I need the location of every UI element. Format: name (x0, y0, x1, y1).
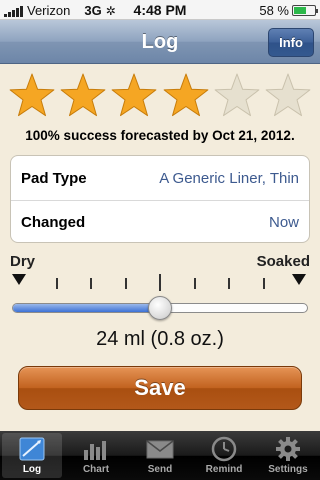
clock-icon (211, 436, 237, 462)
amount-readout: 24 ml (0.8 oz.) (96, 328, 224, 350)
tab-settings[interactable]: Settings (256, 431, 320, 480)
pad-details-table: Pad Type A Generic Liner, Thin Changed N… (10, 155, 310, 243)
chart-icon (84, 441, 106, 460)
slider-fill (13, 304, 160, 312)
pad-type-label: Pad Type (21, 169, 87, 187)
tab-label: Remind (205, 464, 243, 475)
tab-label: Settings (268, 464, 308, 475)
envelope-icon (146, 440, 174, 459)
battery-icon (292, 5, 318, 16)
status-bar: Verizon 3G ✲ 4:48 PM 58 % (0, 0, 320, 20)
scale-tick (228, 278, 230, 289)
slider-scale (0, 274, 320, 294)
star-filled-icon (9, 73, 55, 117)
scale-tick (263, 278, 265, 289)
tab-label: Send (147, 464, 173, 475)
wetness-slider-thumb[interactable] (148, 296, 172, 320)
star-filled-icon (111, 73, 157, 117)
pad-type-value: A Generic Liner, Thin (159, 169, 299, 187)
scale-tick (125, 278, 127, 289)
scale-tick (194, 278, 196, 289)
forecast-text: 100% success forecasted by Oct 21, 2012. (25, 128, 295, 143)
navigation-bar: Log Info (0, 20, 320, 64)
changed-label: Changed (21, 214, 86, 231)
changed-row[interactable]: Changed Now (11, 200, 309, 242)
tab-bar: Log Chart Send Remind Settings (0, 431, 320, 480)
success-rating (8, 72, 312, 120)
tab-send[interactable]: Send (128, 431, 192, 480)
star-empty-icon (265, 73, 311, 117)
battery-percentage: 58 % (259, 3, 289, 18)
info-button[interactable]: Info (268, 28, 314, 57)
scale-tick (90, 278, 92, 289)
star-filled-icon (163, 73, 208, 117)
save-button[interactable]: Save (18, 366, 302, 410)
slider-min-label: Dry (10, 253, 36, 270)
tab-remind[interactable]: Remind (192, 431, 256, 480)
pad-type-row[interactable]: Pad Type A Generic Liner, Thin (11, 156, 309, 200)
star-empty-icon (214, 73, 260, 117)
log-icon (19, 437, 45, 461)
scale-tick-center (159, 274, 161, 291)
slider-max-label: Soaked (256, 253, 310, 270)
tab-label: Chart (82, 464, 110, 475)
changed-value: Now (268, 214, 299, 231)
tab-log[interactable]: Log (0, 431, 64, 480)
star-filled-icon (60, 73, 106, 117)
gear-icon (276, 437, 300, 461)
tab-label: Log (22, 464, 42, 475)
scale-tick (56, 278, 58, 289)
status-right: 58 % (259, 3, 318, 18)
tab-chart[interactable]: Chart (64, 431, 128, 480)
